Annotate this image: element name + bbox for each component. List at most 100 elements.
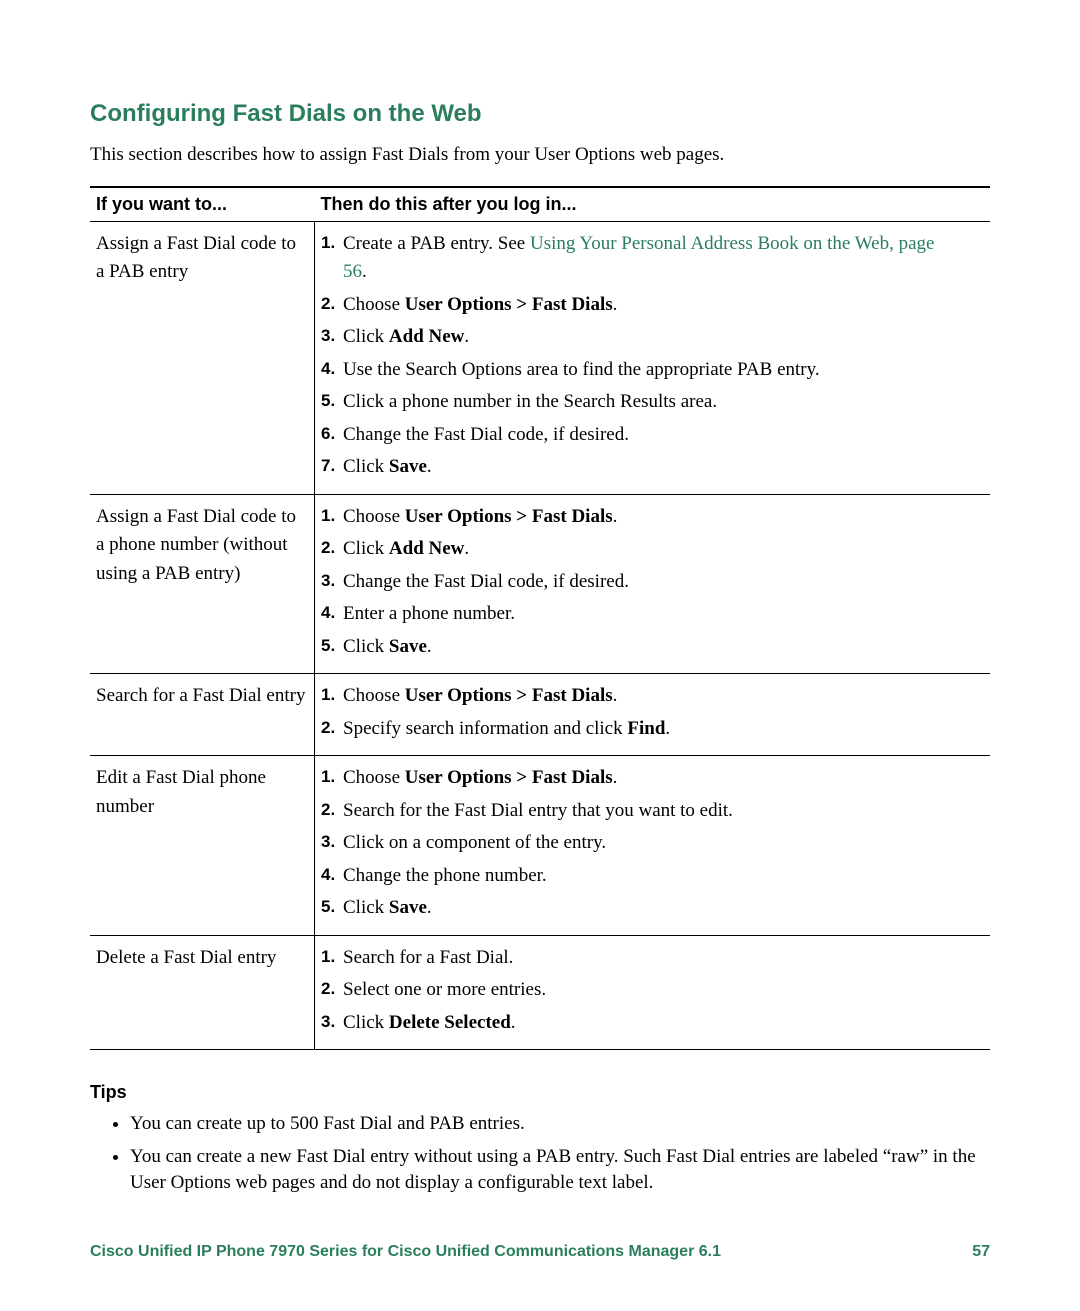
step-item: 5.Click a phone number in the Search Res…: [321, 388, 982, 417]
step-number: 4.: [321, 356, 343, 382]
step-item: 4.Enter a phone number.: [321, 600, 982, 629]
tips-heading: Tips: [90, 1082, 990, 1103]
bold-term: Add New: [389, 326, 464, 347]
table-cell-task: Search for a Fast Dial entry: [90, 674, 315, 756]
step-number: 6.: [321, 421, 343, 447]
step-number: 1.: [321, 230, 343, 256]
table-row: Delete a Fast Dial entry1.Search for a F…: [90, 935, 990, 1050]
step-number: 2.: [321, 797, 343, 823]
table-cell-steps: 1.Create a PAB entry. See Using Your Per…: [315, 221, 991, 494]
step-item: 2.Search for the Fast Dial entry that yo…: [321, 797, 982, 826]
step-item: 4.Change the phone number.: [321, 862, 982, 891]
step-number: 2.: [321, 976, 343, 1002]
step-number: 3.: [321, 323, 343, 349]
step-item: 6.Change the Fast Dial code, if desired.: [321, 421, 982, 450]
bold-term: Delete Selected: [389, 1012, 511, 1033]
table-cell-steps: 1.Choose User Options > Fast Dials. 2.Cli…: [315, 494, 991, 674]
section-title: Configuring Fast Dials on the Web: [90, 100, 990, 128]
step-item: 2.Specify search information and click F…: [321, 715, 982, 744]
bold-term: User Options > Fast Dials: [405, 767, 613, 788]
step-text: Create a PAB entry. See Using Your Perso…: [343, 230, 943, 287]
step-number: 2.: [321, 535, 343, 561]
bold-term: Save: [389, 456, 427, 477]
table-cell-task: Assign a Fast Dial code to a phone numbe…: [90, 494, 315, 674]
table-cell-steps: 1.Search for a Fast Dial.2.Select one or…: [315, 935, 991, 1050]
footer-page-number: 57: [972, 1243, 990, 1261]
step-item: 3.Click on a component of the entry.: [321, 829, 982, 858]
table-header-right: Then do this after you log in...: [315, 187, 991, 222]
tips-list: You can create up to 500 Fast Dial and P…: [108, 1111, 990, 1197]
step-item: 2.Click Add New.: [321, 535, 982, 564]
bold-term: Find: [627, 718, 665, 739]
step-text: Search for the Fast Dial entry that you …: [343, 797, 943, 826]
step-text: Change the Fast Dial code, if desired.: [343, 568, 943, 597]
step-text: Select one or more entries.: [343, 976, 943, 1005]
step-number: 7.: [321, 453, 343, 479]
table-cell-task: Edit a Fast Dial phone number: [90, 756, 315, 936]
step-item: 4.Use the Search Options area to find th…: [321, 356, 982, 385]
step-number: 1.: [321, 944, 343, 970]
intro-paragraph: This section describes how to assign Fas…: [90, 142, 990, 168]
table-row: Assign a Fast Dial code to a phone numbe…: [90, 494, 990, 674]
step-number: 3.: [321, 568, 343, 594]
bold-term: Save: [389, 636, 427, 657]
step-number: 3.: [321, 829, 343, 855]
step-number: 1.: [321, 682, 343, 708]
step-item: 1.Choose User Options > Fast Dials.: [321, 764, 982, 793]
step-item: 1.Create a PAB entry. See Using Your Per…: [321, 230, 982, 287]
bold-term: Add New: [389, 538, 464, 559]
step-item: 3.Click Delete Selected.: [321, 1009, 982, 1038]
table-row: Edit a Fast Dial phone number1.Choose Us…: [90, 756, 990, 936]
step-text: Search for a Fast Dial.: [343, 944, 943, 973]
tip-item: You can create up to 500 Fast Dial and P…: [130, 1111, 990, 1138]
step-text: Click Delete Selected.: [343, 1009, 943, 1038]
step-text: Enter a phone number.: [343, 600, 943, 629]
step-number: 4.: [321, 600, 343, 626]
step-number: 1.: [321, 503, 343, 529]
table-cell-task: Delete a Fast Dial entry: [90, 935, 315, 1050]
bold-term: User Options > Fast Dials: [405, 506, 613, 527]
step-number: 2.: [321, 291, 343, 317]
step-item: 5.Click Save.: [321, 894, 982, 923]
step-number: 5.: [321, 894, 343, 920]
table-cell-task: Assign a Fast Dial code to a PAB entry: [90, 221, 315, 494]
step-text: Click Add New.: [343, 323, 943, 352]
tip-item: You can create a new Fast Dial entry wit…: [130, 1144, 990, 1197]
step-number: 5.: [321, 388, 343, 414]
bold-term: Save: [389, 897, 427, 918]
step-item: 1.Choose User Options > Fast Dials.: [321, 682, 982, 711]
instructions-table: If you want to... Then do this after you…: [90, 186, 990, 1051]
step-text: Use the Search Options area to find the …: [343, 356, 943, 385]
step-text: Click Save.: [343, 894, 943, 923]
step-text: Change the phone number.: [343, 862, 943, 891]
bold-term: User Options > Fast Dials: [405, 685, 613, 706]
step-number: 3.: [321, 1009, 343, 1035]
step-item: 1.Choose User Options > Fast Dials.: [321, 503, 982, 532]
step-text: Click on a component of the entry.: [343, 829, 943, 858]
step-text: Click Save.: [343, 453, 943, 482]
step-item: 3.Click Add New.: [321, 323, 982, 352]
step-item: 2.Select one or more entries.: [321, 976, 982, 1005]
step-text: Choose User Options > Fast Dials.: [343, 291, 943, 320]
table-header-left: If you want to...: [90, 187, 315, 222]
step-number: 4.: [321, 862, 343, 888]
step-item: 1.Search for a Fast Dial.: [321, 944, 982, 973]
step-text: Choose User Options > Fast Dials.: [343, 503, 943, 532]
table-row: Assign a Fast Dial code to a PAB entry1.…: [90, 221, 990, 494]
step-number: 5.: [321, 633, 343, 659]
step-item: 7.Click Save.: [321, 453, 982, 482]
footer-product: Cisco Unified IP Phone 7970 Series for C…: [90, 1243, 721, 1261]
step-text: Change the Fast Dial code, if desired.: [343, 421, 943, 450]
step-number: 2.: [321, 715, 343, 741]
table-cell-steps: 1.Choose User Options > Fast Dials. 2.Sea…: [315, 756, 991, 936]
cross-reference-link[interactable]: Using Your Personal Address Book on the …: [343, 233, 934, 283]
step-text: Choose User Options > Fast Dials.: [343, 682, 943, 711]
table-cell-steps: 1.Choose User Options > Fast Dials.2.Spe…: [315, 674, 991, 756]
step-number: 1.: [321, 764, 343, 790]
step-item: 3.Change the Fast Dial code, if desired.: [321, 568, 982, 597]
table-row: Search for a Fast Dial entry1.Choose Use…: [90, 674, 990, 756]
step-text: Specify search information and click Fin…: [343, 715, 943, 744]
page-footer: Cisco Unified IP Phone 7970 Series for C…: [90, 1243, 990, 1261]
bold-term: User Options > Fast Dials: [405, 294, 613, 315]
step-item: 5.Click Save.: [321, 633, 982, 662]
